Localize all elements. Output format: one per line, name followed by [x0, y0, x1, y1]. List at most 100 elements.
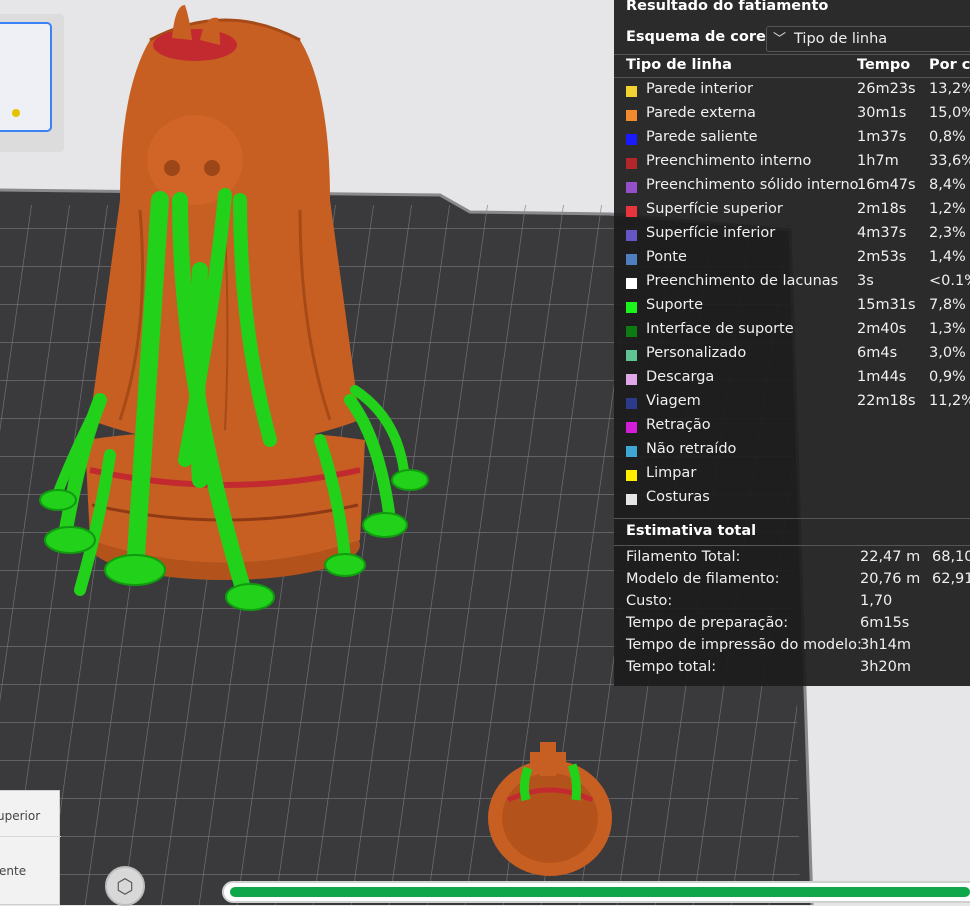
line-type-time: 16m47s	[857, 177, 916, 193]
line-type-percent: 1,3%	[929, 321, 966, 337]
line-type-time: 22m18s	[857, 393, 916, 409]
line-type-time: 4m37s	[857, 225, 907, 241]
summary-value: 6m15s	[860, 615, 910, 631]
line-type-row: Parede saliente 1m37s 0,8%	[614, 129, 970, 153]
divider	[614, 54, 970, 55]
line-type-row: Viagem 22m18s 11,2%	[614, 393, 970, 417]
line-type-label: Costuras	[646, 489, 710, 505]
line-type-time: 1m44s	[857, 369, 907, 385]
line-type-label: Retração	[646, 417, 711, 433]
line-type-time: 26m23s	[857, 81, 916, 97]
line-type-label: Limpar	[646, 465, 697, 481]
line-type-percent: 33,6%	[929, 153, 970, 169]
line-type-label: Superfície inferior	[646, 225, 776, 241]
summary-value: 3h14m	[860, 637, 911, 653]
summary-row: Modelo de filamento: 20,76 m 62,91	[614, 571, 970, 593]
cube-edge	[0, 836, 61, 837]
cube-face-front[interactable]: ente	[0, 864, 26, 878]
cube-face-top[interactable]: uperior	[0, 809, 40, 823]
line-type-row: Ponte 2m53s 1,4%	[614, 249, 970, 273]
summary-label: Custo:	[626, 593, 673, 609]
color-swatch	[626, 302, 637, 313]
color-scheme-value: Tipo de linha	[794, 31, 888, 47]
line-type-percent: 7,8%	[929, 297, 966, 313]
color-swatch	[626, 494, 637, 505]
line-type-row: Interface de suporte 2m40s 1,3%	[614, 321, 970, 345]
line-type-label: Parede interior	[646, 81, 753, 97]
line-type-time: 6m4s	[857, 345, 898, 361]
line-type-time: 1h7m	[857, 153, 899, 169]
line-type-label: Parede saliente	[646, 129, 758, 145]
color-swatch	[626, 86, 637, 97]
line-type-row: Superfície inferior 4m37s 2,3%	[614, 225, 970, 249]
color-scheme-label: Esquema de cores	[626, 29, 775, 45]
header-line-type: Tipo de linha	[626, 57, 732, 73]
line-type-label: Ponte	[646, 249, 687, 265]
summary-label: Tempo de preparação:	[626, 615, 789, 631]
total-estimate-title: Estimativa total	[626, 523, 757, 539]
color-swatch	[626, 470, 637, 481]
line-type-percent: 1,4%	[929, 249, 966, 265]
line-type-percent: 8,4%	[929, 177, 966, 193]
color-swatch	[626, 230, 637, 241]
line-type-row: Parede externa 30m1s 15,0%	[614, 105, 970, 129]
color-scheme-dropdown[interactable]: ﹀ Tipo de linha	[766, 26, 970, 52]
line-type-label: Viagem	[646, 393, 701, 409]
color-swatch	[626, 350, 637, 361]
line-type-percent: 11,2%	[929, 393, 970, 409]
color-swatch	[626, 182, 637, 193]
color-swatch	[626, 422, 637, 433]
line-type-label: Não retraído	[646, 441, 737, 457]
color-swatch	[626, 374, 637, 385]
line-type-row: Descarga 1m44s 0,9%	[614, 369, 970, 393]
line-type-row: Não retraído	[614, 441, 970, 465]
color-swatch	[626, 398, 637, 409]
progress-fill	[230, 887, 970, 897]
color-swatch	[626, 254, 637, 265]
view-cube-toggle-button[interactable]: ⬡	[105, 866, 145, 906]
divider	[614, 77, 970, 78]
line-type-label: Descarga	[646, 369, 715, 385]
view-cube[interactable]: uperior ente	[0, 790, 61, 905]
line-type-percent: 3,0%	[929, 345, 966, 361]
summary-label: Tempo total:	[626, 659, 717, 675]
line-type-label: Superfície superior	[646, 201, 783, 217]
summary-row: Tempo total: 3h20m	[614, 659, 970, 681]
line-type-time: 2m18s	[857, 201, 907, 217]
line-type-row: Suporte 15m31s 7,8%	[614, 297, 970, 321]
color-swatch	[626, 278, 637, 289]
summary-value: 22,47 m	[860, 549, 921, 565]
line-type-percent: 2,3%	[929, 225, 966, 241]
summary-row: Custo: 1,70	[614, 593, 970, 615]
line-type-percent: 1,2%	[929, 201, 966, 217]
line-type-row: Personalizado 6m4s 3,0%	[614, 345, 970, 369]
thumbnail-object-dot	[12, 109, 20, 117]
line-type-label: Suporte	[646, 297, 704, 313]
color-swatch	[626, 206, 637, 217]
line-type-percent: 0,8%	[929, 129, 966, 145]
summary-value: 1,70	[860, 593, 893, 609]
summary-value: 20,76 m	[860, 571, 921, 587]
summary-label: Modelo de filamento:	[626, 571, 780, 587]
line-type-percent: 15,0%	[929, 105, 970, 121]
line-type-row: Preenchimento sólido interno 16m47s 8,4%	[614, 177, 970, 201]
line-type-time: 1m37s	[857, 129, 907, 145]
color-swatch	[626, 134, 637, 145]
divider	[614, 545, 970, 546]
line-type-label: Personalizado	[646, 345, 747, 361]
line-type-time: 15m31s	[857, 297, 916, 313]
line-type-time: 3s	[857, 273, 874, 289]
line-type-row: Parede interior 26m23s 13,2%	[614, 81, 970, 105]
summary-row: Tempo de preparação: 6m15s	[614, 615, 970, 637]
header-percent: Por ce	[929, 57, 970, 73]
chevron-down-icon: ﹀	[773, 32, 787, 47]
line-type-label: Preenchimento sólido interno	[646, 177, 859, 193]
color-swatch	[626, 110, 637, 121]
line-type-percent: <0.1%	[929, 273, 970, 289]
line-type-row: Retração	[614, 417, 970, 441]
plate-thumbnail[interactable]	[0, 22, 52, 132]
slice-result-panel: Resultado do fatiamento Esquema de cores…	[614, 0, 970, 686]
line-type-time: 2m40s	[857, 321, 907, 337]
summary-label: Filamento Total:	[626, 549, 741, 565]
summary-row: Filamento Total: 22,47 m 68,10	[614, 549, 970, 571]
